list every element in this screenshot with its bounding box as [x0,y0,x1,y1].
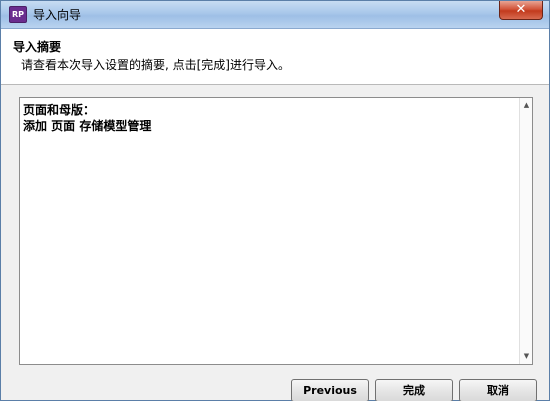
close-icon: ✕ [515,2,527,17]
close-button[interactable]: ✕ [499,1,543,20]
wizard-header: 导入摘要 请查看本次导入设置的摘要, 点击[完成]进行导入。 [1,29,549,85]
finish-button[interactable]: 完成 [375,379,453,401]
window-title: 导入向导 [33,8,82,22]
summary-text-area[interactable]: 页面和母版： 添加 页面 存储模型管理 ▲ ▼ [19,97,533,365]
previous-button[interactable]: Previous [291,379,369,401]
import-wizard-window: RP 导入向导 ✕ 导入摘要 请查看本次导入设置的摘要, 点击[完成]进行导入。… [0,0,550,401]
scroll-down-icon[interactable]: ▼ [522,352,531,361]
app-logo-icon: RP [9,6,27,23]
summary-line: 页面和母版： [23,103,96,117]
scroll-up-icon[interactable]: ▲ [522,101,531,110]
title-bar[interactable]: RP 导入向导 ✕ [1,1,549,29]
vertical-scrollbar[interactable]: ▲ ▼ [519,98,532,364]
header-title: 导入摘要 [13,40,62,54]
summary-line: 添加 页面 存储模型管理 [23,119,152,133]
header-description: 请查看本次导入设置的摘要, 点击[完成]进行导入。 [21,58,290,72]
cancel-button[interactable]: 取消 [459,379,537,401]
